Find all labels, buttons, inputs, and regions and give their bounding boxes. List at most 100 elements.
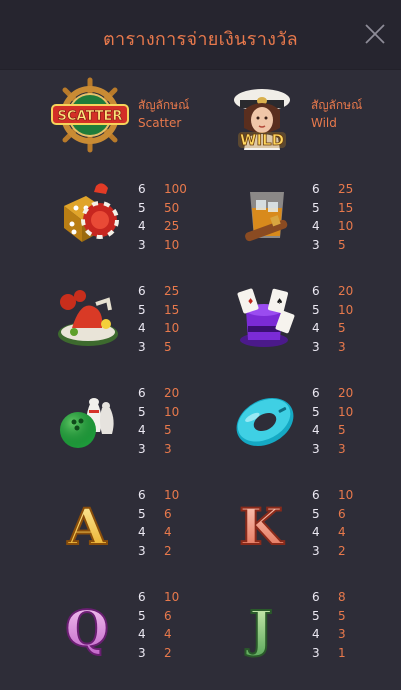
payout-value: 15 <box>338 200 354 215</box>
symbol-count: 4 <box>138 525 146 539</box>
wild-label-en: Wild <box>311 116 337 130</box>
payout-value: 6 <box>338 506 346 521</box>
pay-row: 6 20 <box>312 282 353 301</box>
payout-value: 5 <box>338 321 346 335</box>
pay-row: 3 10 <box>138 236 187 255</box>
svg-text:♦: ♦ <box>247 297 254 306</box>
pay-row: 32 <box>138 644 179 663</box>
pay-row: 6 25 <box>312 180 353 199</box>
payout-value: 8 <box>338 590 346 604</box>
pay-row: 45 <box>312 319 353 338</box>
symbol-count: 3 <box>138 543 146 558</box>
pay-row: 6 20 <box>312 384 353 403</box>
payout-value: 10 <box>164 488 180 502</box>
paytable-bowling: 6 20 5 10 45 33 <box>138 384 179 458</box>
payout-value: 5 <box>164 423 172 437</box>
pay-row: 6 20 <box>138 384 179 403</box>
dice-chip-icon <box>54 178 124 248</box>
symbol-count: 6 <box>138 182 146 196</box>
close-icon[interactable] <box>363 22 387 46</box>
symbol-count: 4 <box>138 321 146 335</box>
pay-row: 5 10 <box>138 403 179 422</box>
payout-value: 25 <box>338 182 354 196</box>
pay-row: 44 <box>312 523 353 542</box>
scatter-label: สัญลักษณ์ Scatter <box>138 96 189 132</box>
symbol-count: 3 <box>312 441 320 456</box>
payout-value: 5 <box>164 339 172 354</box>
payout-value: 1 <box>338 645 346 660</box>
pay-row: 56 <box>138 607 179 626</box>
pay-row: 5 10 <box>312 301 353 320</box>
symbol-count: 6 <box>312 488 320 502</box>
symbol-count: 4 <box>312 423 320 437</box>
payout-value: 10 <box>164 321 180 335</box>
payout-value: 6 <box>164 506 172 521</box>
pay-row: 5 15 <box>312 199 353 218</box>
pay-row: 5 15 <box>138 301 179 320</box>
pay-row: 33 <box>312 338 353 357</box>
symbol-count: 4 <box>312 525 320 539</box>
symbol-count: 5 <box>312 506 320 521</box>
swim-ring-icon <box>230 384 300 454</box>
pay-row: 6 10 <box>312 486 353 505</box>
letter-a-icon: A <box>52 488 122 558</box>
wild-label: สัญลักษณ์ Wild <box>311 96 362 132</box>
payout-value: 2 <box>338 543 346 558</box>
paytable-swim-ring: 6 20 5 10 45 33 <box>312 384 353 458</box>
svg-text:♠: ♠ <box>276 297 283 306</box>
payout-value: 4 <box>338 525 346 539</box>
payout-value: 5 <box>338 237 346 252</box>
symbol-count: 5 <box>312 302 320 317</box>
payout-value: 10 <box>338 404 354 419</box>
paytable-lobster-plate: 6 25 5 15 4 10 3 5 <box>138 282 179 356</box>
pay-row: 6 10 <box>138 588 179 607</box>
symbol-count: 5 <box>312 200 320 215</box>
pay-row: 6 100 <box>138 180 187 199</box>
payout-value: 10 <box>164 237 180 252</box>
payout-value: 20 <box>338 284 354 298</box>
svg-text:A: A <box>67 497 108 556</box>
symbol-count: 4 <box>312 321 320 335</box>
payout-value: 50 <box>164 200 180 215</box>
payout-value: 3 <box>338 627 346 641</box>
pay-row: 33 <box>312 440 353 459</box>
symbol-count: 5 <box>312 608 320 623</box>
symbol-count: 3 <box>138 441 146 456</box>
symbol-count: 3 <box>312 543 320 558</box>
symbol-count: 4 <box>138 423 146 437</box>
svg-text:Q: Q <box>65 599 109 658</box>
pay-row: 31 <box>312 644 346 663</box>
payout-value: 10 <box>164 590 180 604</box>
pay-row: 32 <box>312 542 353 561</box>
payout-value: 100 <box>164 182 187 196</box>
symbol-count: 6 <box>138 386 146 400</box>
payout-value: 5 <box>338 608 346 623</box>
pay-row: 6 25 <box>138 282 179 301</box>
scatter-label-en: Scatter <box>138 116 182 130</box>
symbol-count: 3 <box>138 645 146 660</box>
symbol-count: 6 <box>312 590 320 604</box>
paytable-letter-k: 6 10 56 44 32 <box>312 486 353 560</box>
symbol-count: 6 <box>138 590 146 604</box>
pay-row: 45 <box>312 421 353 440</box>
paytable-letter-a: 6 10 56 44 32 <box>138 486 179 560</box>
pay-row: 56 <box>138 505 179 524</box>
pay-row: 5 50 <box>138 199 187 218</box>
svg-text:J: J <box>245 599 273 658</box>
pay-row: 56 <box>312 505 353 524</box>
symbol-count: 5 <box>138 608 146 623</box>
payout-value: 2 <box>164 645 172 660</box>
paytable-title: ตารางการจ่ายเงินรางวัล <box>103 29 298 50</box>
magic-hat-cards-icon: ♦ ♠ <box>230 282 300 352</box>
symbol-count: 4 <box>312 219 320 233</box>
symbol-count: 3 <box>138 339 146 354</box>
paytable-letter-q: 6 10 56 44 32 <box>138 588 179 662</box>
payout-value: 20 <box>338 386 354 400</box>
wild-logo-text: WILD <box>240 131 284 149</box>
payout-value: 10 <box>338 219 354 233</box>
symbol-count: 5 <box>138 506 146 521</box>
pay-row: 32 <box>138 542 179 561</box>
payout-value: 10 <box>338 302 354 317</box>
payout-value: 25 <box>164 284 180 298</box>
symbol-count: 6 <box>138 488 146 502</box>
